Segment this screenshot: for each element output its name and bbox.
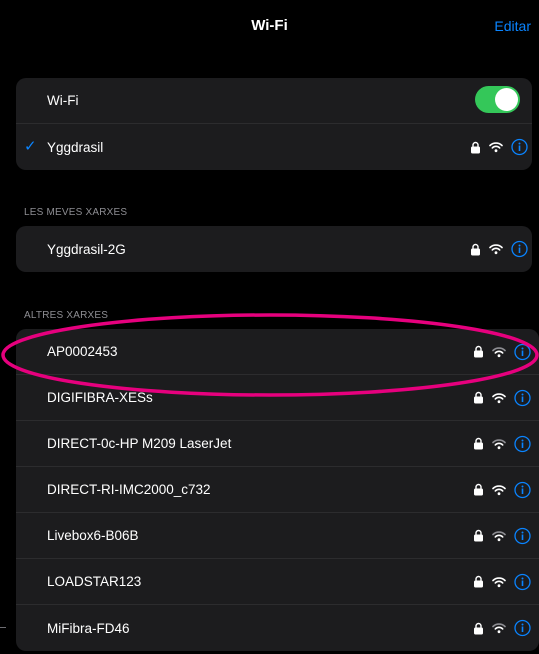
- network-row[interactable]: Livebox6-B06B: [16, 513, 539, 559]
- wifi-settings-screen: Wi-Fi Editar Wi-Fi ✓ Yggdrasil LES MEVES…: [0, 0, 539, 654]
- wifi-signal-icon: [492, 530, 506, 541]
- wifi-toggle-switch[interactable]: [475, 86, 520, 113]
- network-name: Yggdrasil: [47, 139, 104, 155]
- wifi-signal-icon: [492, 576, 506, 587]
- info-icon[interactable]: [514, 619, 531, 637]
- network-name: DIRECT-RI-IMC2000_c732: [47, 482, 211, 497]
- network-row[interactable]: DIRECT-0c-HP M209 LaserJet: [16, 421, 539, 467]
- lock-icon: [471, 243, 480, 255]
- lock-icon: [474, 483, 483, 496]
- network-row[interactable]: Yggdrasil-2G: [16, 226, 532, 272]
- network-name: AP0002453: [47, 344, 118, 359]
- edit-button[interactable]: Editar: [494, 18, 531, 34]
- network-icons: [473, 619, 531, 637]
- network-icons: [473, 481, 531, 498]
- wifi-signal-icon: [492, 346, 506, 357]
- other-networks-group: AP0002453 DIGIFIBRA-XESs DIRECT-0c-HP M2…: [16, 329, 539, 651]
- navigation-bar: Wi-Fi Editar: [0, 0, 539, 56]
- network-name: Livebox6-B06B: [47, 528, 139, 543]
- divider: [0, 627, 6, 628]
- lock-icon: [474, 391, 483, 404]
- wifi-signal-icon: [489, 142, 503, 153]
- lock-icon: [474, 622, 483, 634]
- network-name: Yggdrasil-2G: [47, 241, 126, 257]
- network-icons: [473, 343, 531, 360]
- wifi-main-group: Wi-Fi ✓ Yggdrasil: [16, 78, 532, 170]
- lock-icon: [474, 345, 483, 358]
- lock-icon: [474, 437, 483, 450]
- other-networks-header: ALTRES XARXES: [24, 310, 109, 321]
- network-row[interactable]: AP0002453: [16, 329, 539, 375]
- my-networks-group: Yggdrasil-2G: [16, 226, 532, 272]
- wifi-signal-icon: [489, 244, 503, 255]
- network-icons: [470, 138, 528, 156]
- network-icons: [470, 240, 528, 258]
- network-icons: [473, 435, 531, 452]
- network-icons: [473, 389, 531, 406]
- info-icon[interactable]: [511, 138, 528, 156]
- lock-icon: [474, 575, 483, 588]
- network-row[interactable]: DIRECT-RI-IMC2000_c732: [16, 467, 539, 513]
- network-name: LOADSTAR123: [47, 574, 142, 589]
- wifi-toggle-row: Wi-Fi: [16, 78, 532, 124]
- network-row[interactable]: MiFibra-FD46: [16, 605, 539, 651]
- lock-icon: [474, 529, 483, 542]
- info-icon[interactable]: [511, 240, 528, 258]
- wifi-signal-icon: [492, 623, 506, 634]
- network-name: DIGIFIBRA-XESs: [47, 390, 153, 405]
- info-icon[interactable]: [514, 343, 531, 360]
- info-icon[interactable]: [514, 435, 531, 452]
- page-title: Wi-Fi: [251, 17, 288, 34]
- network-name: DIRECT-0c-HP M209 LaserJet: [47, 436, 232, 451]
- info-icon[interactable]: [514, 573, 531, 590]
- network-row[interactable]: DIGIFIBRA-XESs: [16, 375, 539, 421]
- wifi-toggle-label: Wi-Fi: [47, 93, 79, 108]
- connected-network-row[interactable]: ✓ Yggdrasil: [16, 124, 532, 170]
- my-networks-header: LES MEVES XARXES: [24, 207, 128, 218]
- network-icons: [473, 573, 531, 590]
- info-icon[interactable]: [514, 527, 531, 544]
- network-name: MiFibra-FD46: [47, 620, 130, 636]
- toggle-knob: [495, 88, 518, 111]
- info-icon[interactable]: [514, 389, 531, 406]
- lock-icon: [471, 141, 480, 153]
- wifi-signal-icon: [492, 484, 506, 495]
- network-icons: [473, 527, 531, 544]
- wifi-signal-icon: [492, 392, 506, 403]
- network-row[interactable]: LOADSTAR123: [16, 559, 539, 605]
- info-icon[interactable]: [514, 481, 531, 498]
- wifi-signal-icon: [492, 438, 506, 449]
- checkmark-icon: ✓: [24, 138, 37, 155]
